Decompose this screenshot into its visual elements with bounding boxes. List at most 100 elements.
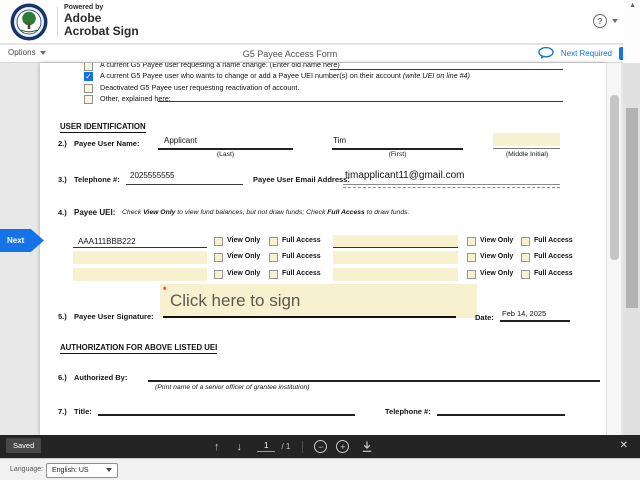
zoom-in-button[interactable]: + — [336, 440, 350, 453]
document-area: ✓ A current G5 Payee user requesting a n… — [0, 63, 640, 435]
full-access-checkbox-5[interactable] — [269, 270, 278, 279]
full-access-checkbox-4[interactable] — [521, 253, 530, 262]
authorized-by-caption: (Print name of a senior officer of grant… — [155, 384, 310, 391]
full-access-checkbox-6[interactable] — [521, 270, 530, 279]
download-icon[interactable] — [361, 440, 373, 453]
last-name-value[interactable]: Applicant — [164, 136, 197, 145]
authorization-heading: AUTHORIZATION FOR ABOVE LISTED UEI — [60, 343, 218, 354]
next-required-label[interactable]: Next Required — [561, 49, 612, 58]
language-bar: Language: English: US — [0, 458, 640, 480]
uei-field-5[interactable] — [73, 268, 207, 281]
item2-number: 2.) — [58, 139, 67, 148]
date-line — [500, 320, 570, 322]
full-access-label: Full Access — [282, 253, 321, 260]
auth-telephone-line — [437, 414, 565, 416]
view-only-checkbox-4[interactable] — [467, 253, 476, 262]
email-label: Payee User Email Address: — [253, 175, 350, 184]
item5-number: 5.) — [58, 312, 67, 321]
document-scrollbar-thumb[interactable] — [610, 95, 619, 260]
required-asterisk: * — [163, 285, 167, 295]
uei-field-2[interactable] — [333, 235, 458, 248]
full-access-label: Full Access — [534, 253, 573, 260]
email-dashed-line — [343, 187, 560, 188]
title-label: Title: — [74, 407, 92, 416]
agency-seal-logo — [10, 3, 48, 41]
document-scrollbar[interactable] — [606, 63, 621, 435]
close-icon[interactable]: ✕ — [620, 440, 628, 451]
view-only-checkbox-3[interactable] — [214, 253, 223, 262]
acrobat-sign-window: Powered by Adobe Acrobat Sign ? Options … — [0, 0, 640, 480]
window-scrollbar-top — [623, 0, 640, 63]
view-only-label: View Only — [227, 237, 261, 244]
check-icon: ✓ — [85, 72, 92, 81]
help-icon[interactable]: ? — [593, 14, 607, 28]
view-only-label: View Only — [480, 237, 514, 244]
uei-instruction: Check View Only to view fund balances, b… — [122, 209, 409, 216]
chevron-down-icon — [612, 19, 618, 23]
auth-telephone-label: Telephone #: — [385, 407, 431, 416]
message-icon[interactable] — [538, 47, 554, 60]
option-change-uei-label: A current G5 Payee user who wants to cha… — [100, 71, 470, 80]
page-down-icon[interactable]: ↓ — [237, 441, 243, 453]
full-access-checkbox-3[interactable] — [269, 253, 278, 262]
uei-field-4[interactable] — [333, 251, 458, 264]
email-underline — [343, 184, 560, 185]
document-toolbar: Options G5 Payee Access Form Next Requir… — [0, 45, 640, 63]
click-to-sign-prompt[interactable]: Click here to sign — [170, 291, 300, 311]
window-scrollbar-track[interactable] — [623, 63, 640, 435]
telephone-line — [126, 184, 243, 185]
page-total-label: / 1 — [281, 442, 291, 451]
form-page: ✓ A current G5 Payee user requesting a n… — [40, 63, 606, 435]
first-name-value[interactable]: Tim — [333, 136, 346, 145]
help-menu[interactable]: ? — [593, 14, 618, 28]
checkbox-reactivation[interactable]: ✓ — [84, 84, 93, 93]
language-selected-option: English: US — [52, 466, 89, 474]
checkbox-change-uei[interactable]: ✓ — [84, 72, 93, 81]
payee-uei-label: Payee UEI: — [74, 208, 116, 217]
view-only-checkbox-1[interactable] — [214, 237, 223, 246]
view-only-checkbox-5[interactable] — [214, 270, 223, 279]
signature-field[interactable]: * Click here to sign — [160, 284, 477, 318]
full-access-checkbox-1[interactable] — [269, 237, 278, 246]
language-label: Language: — [10, 466, 44, 473]
brand-acrobat-sign: Acrobat Sign — [64, 24, 139, 38]
option-reactivation-label: Deactivated G5 Payee user requesting rea… — [100, 83, 300, 92]
last-name-line — [158, 148, 293, 150]
zoom-out-button[interactable]: − — [314, 440, 328, 453]
uei-field-3[interactable] — [73, 251, 207, 264]
page-up-icon[interactable]: ↑ — [214, 441, 220, 453]
middle-caption: (Middle Initial) — [505, 151, 549, 158]
view-only-checkbox-6[interactable] — [467, 270, 476, 279]
scroll-up-icon[interactable]: ▲ — [629, 2, 636, 9]
page-number-input[interactable]: 1 — [257, 441, 276, 452]
checkbox-name-change[interactable]: ✓ — [84, 63, 93, 71]
viewer-footer-bar: Saved ↑ ↓ 1 / 1 − + ✕ — [0, 435, 640, 458]
first-name-line — [332, 148, 463, 150]
document-title: G5 Payee Access Form — [242, 49, 338, 59]
date-value: Feb 14, 2025 — [502, 309, 547, 318]
signature-line — [163, 316, 456, 318]
window-scrollbar-thumb[interactable] — [626, 108, 638, 308]
middle-initial-field[interactable] — [493, 133, 560, 146]
next-field-arrow[interactable]: Next — [0, 229, 44, 252]
email-value[interactable]: timapplicant11@gmail.com — [345, 170, 464, 181]
uei-instr-2: to view fund balances, but not draw fund… — [175, 209, 328, 216]
uei-field-1[interactable]: AAA111BBB222 — [73, 235, 207, 248]
date-label: Date: — [475, 313, 494, 322]
payee-user-name-label: Payee User Name: — [74, 139, 140, 148]
next-required-group: Next Required 1 — [538, 47, 632, 60]
brand-block: Powered by Adobe Acrobat Sign — [64, 4, 139, 38]
checkbox-other[interactable]: ✓ — [84, 95, 93, 104]
language-select[interactable]: English: US — [46, 462, 118, 478]
middle-initial-line — [493, 148, 560, 149]
uei-field-6[interactable] — [333, 268, 458, 281]
view-only-label: View Only — [480, 270, 514, 277]
other-explained-line — [158, 101, 563, 102]
telephone-label: Telephone #: — [74, 175, 120, 184]
full-access-checkbox-2[interactable] — [521, 237, 530, 246]
view-only-checkbox-2[interactable] — [467, 237, 476, 246]
full-access-label: Full Access — [282, 270, 321, 277]
view-only-label: View Only — [480, 253, 514, 260]
title-line — [98, 414, 355, 416]
telephone-value[interactable]: 2025555555 — [130, 171, 175, 180]
